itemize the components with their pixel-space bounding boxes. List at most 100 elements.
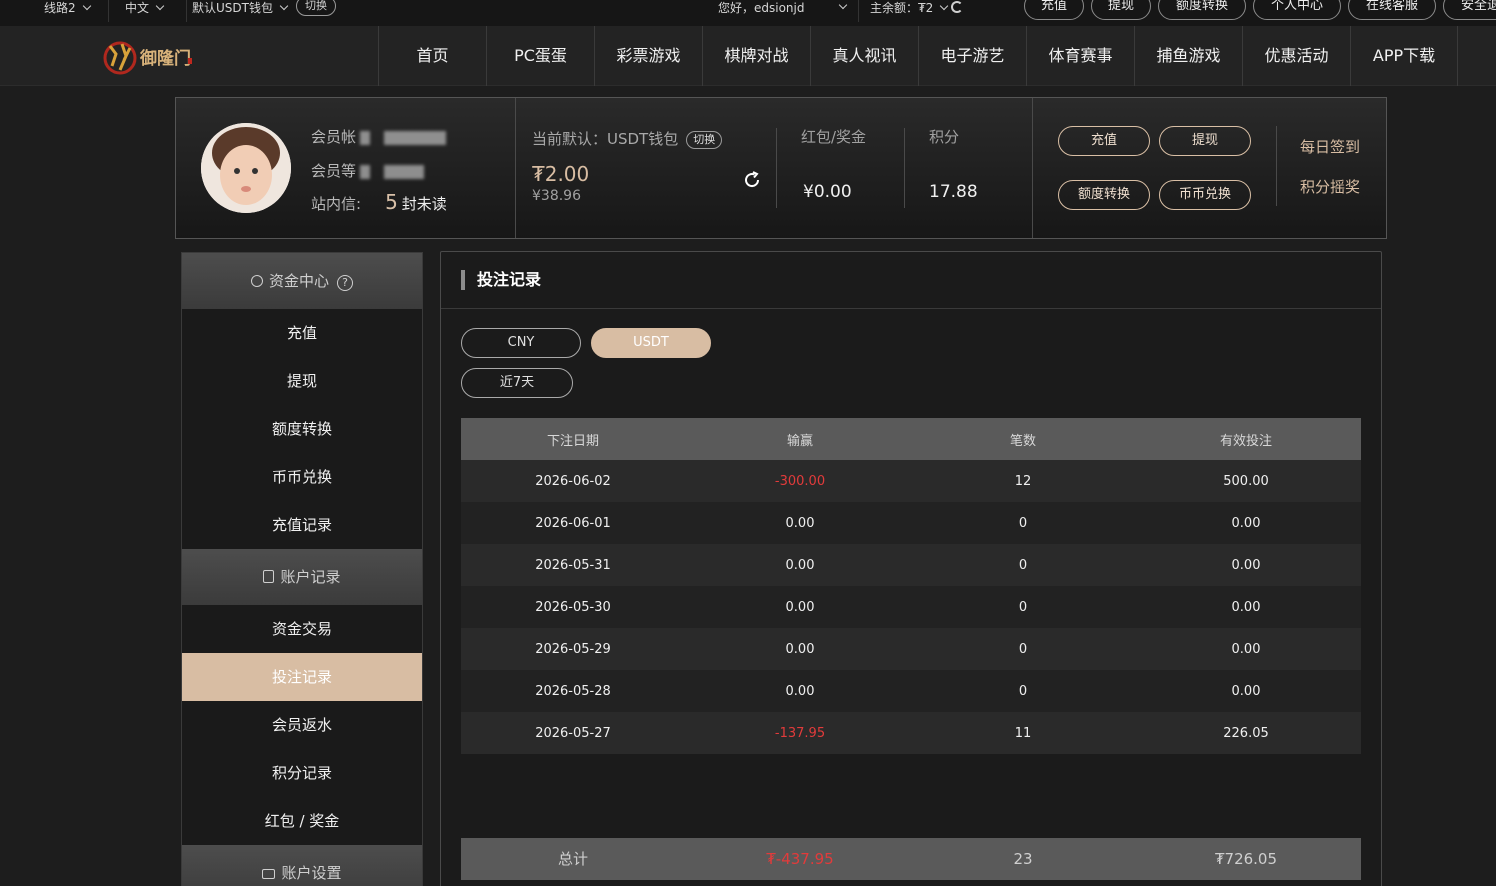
sidebar-item-bonus[interactable]: 红包 / 奖金	[182, 797, 422, 845]
nav-live-casino[interactable]: 真人视讯	[810, 26, 918, 86]
help-icon[interactable]: ?	[337, 275, 353, 291]
wallet-switch-button[interactable]: 切换	[296, 0, 336, 16]
divider	[186, 0, 187, 22]
nav-fishing[interactable]: 捕鱼游戏	[1134, 26, 1242, 86]
svg-text:御隆门: 御隆门	[139, 48, 191, 69]
sidebar-item-rebate[interactable]: 会员返水	[182, 701, 422, 749]
bet-records-panel: 投注记录 CNY USDT 近7天 下注日期 输赢 笔数 有效投注 2026-0…	[440, 251, 1382, 886]
refresh-icon[interactable]	[951, 1, 964, 13]
column-header: 有效投注	[1131, 418, 1361, 460]
withdraw-button[interactable]: 提现	[1159, 126, 1251, 156]
sidebar-item-coin-exchange[interactable]: 币币兑换	[182, 453, 422, 501]
sidebar-item-points-records[interactable]: 积分记录	[182, 749, 422, 797]
divider	[441, 308, 1381, 309]
chevron-down-icon[interactable]	[838, 0, 848, 10]
sidebar: 资金中心? 充值 提现 额度转换 币币兑换 充值记录 账户记录 资金交易 投注记…	[181, 252, 423, 886]
cell-valid-bet: 226.05	[1131, 712, 1361, 754]
wallet-select-label: 默认USDT钱包	[192, 1, 273, 15]
nav-app-download[interactable]: APP下载	[1350, 26, 1458, 86]
document-icon	[263, 570, 275, 583]
top-online-service-button[interactable]: 在线客服	[1348, 0, 1436, 20]
nav-promotions[interactable]: 优惠活动	[1242, 26, 1350, 86]
points-lottery-link[interactable]: 积分摇奖	[1300, 176, 1360, 197]
divider	[108, 0, 109, 22]
cell-valid-bet: 0.00	[1131, 544, 1361, 586]
table-row: 2026-05-30 0.00 0 0.00	[461, 586, 1361, 628]
table-row: 2026-05-27 -137.95 11 226.05	[461, 712, 1361, 754]
total-valid-bet: ₮726.05	[1214, 850, 1278, 868]
cell-win-loss: 0.00	[685, 544, 915, 586]
unread-count: 5	[385, 190, 398, 214]
sidebar-item-deposit[interactable]: 充值	[182, 309, 422, 357]
usdt-balance: ₮2.00	[532, 162, 590, 186]
nav-chess-cards[interactable]: 棋牌对战	[702, 26, 810, 86]
cell-count: 0	[915, 628, 1131, 670]
chevron-down-icon[interactable]	[940, 1, 949, 11]
cell-win-loss: 0.00	[685, 586, 915, 628]
nav-home[interactable]: 首页	[378, 26, 486, 86]
wallet-switch-button[interactable]: 切换	[686, 130, 723, 149]
main-balance: 主余额：₮2	[870, 0, 964, 18]
sidebar-header-account-records: 账户记录	[182, 549, 422, 605]
chevron-down-icon	[279, 1, 289, 11]
top-withdraw-button[interactable]: 提现	[1091, 0, 1151, 20]
daily-signin-link[interactable]: 每日签到	[1300, 136, 1360, 157]
transfer-button[interactable]: 额度转换	[1058, 180, 1150, 210]
bonus-label: 红包/奖金	[801, 128, 867, 146]
date-range-button[interactable]: 近7天	[461, 368, 573, 398]
cell-date: 2026-06-01	[461, 502, 685, 544]
sidebar-item-deposit-records[interactable]: 充值记录	[182, 501, 422, 549]
refresh-icon[interactable]	[742, 170, 762, 194]
cell-valid-bet: 0.00	[1131, 670, 1361, 712]
line-select[interactable]: 线路2	[44, 0, 91, 18]
top-logout-button[interactable]: 安全退出	[1443, 0, 1496, 20]
top-transfer-button[interactable]: 额度转换	[1158, 0, 1246, 20]
column-header: 下注日期	[461, 418, 685, 460]
nav-lottery[interactable]: 彩票游戏	[594, 26, 702, 86]
page-title: 投注记录	[461, 270, 541, 290]
table-header-row: 下注日期 输赢 笔数 有效投注	[461, 418, 1361, 460]
divider	[1276, 126, 1277, 206]
cell-win-loss: -300.00	[685, 460, 915, 502]
nav-sports[interactable]: 体育赛事	[1026, 26, 1134, 86]
table-row: 2026-05-31 0.00 0 0.00	[461, 544, 1361, 586]
nav-slots[interactable]: 电子游艺	[918, 26, 1026, 86]
currency-tab-cny[interactable]: CNY	[461, 328, 581, 358]
cell-date: 2026-05-29	[461, 628, 685, 670]
cny-balance: ¥38.96	[532, 188, 581, 204]
sidebar-item-fund-transactions[interactable]: 资金交易	[182, 605, 422, 653]
cell-date: 2026-06-02	[461, 460, 685, 502]
sidebar-item-withdraw[interactable]: 提现	[182, 357, 422, 405]
totals-row: 总计 ₮-437.95 23 ₮726.05	[461, 838, 1361, 880]
language-select[interactable]: 中文	[125, 0, 165, 18]
line-select-label: 线路2	[44, 1, 76, 15]
currency-tab-usdt[interactable]: USDT	[591, 328, 711, 358]
cell-count: 0	[915, 502, 1131, 544]
cell-win-loss: 0.00	[685, 502, 915, 544]
top-personal-center-button[interactable]: 个人中心	[1253, 0, 1341, 20]
deposit-button[interactable]: 充值	[1058, 126, 1150, 156]
cell-date: 2026-05-27	[461, 712, 685, 754]
coin-exchange-button[interactable]: 币币兑换	[1159, 180, 1251, 210]
cell-valid-bet: 0.00	[1131, 502, 1361, 544]
inbox-row[interactable]: 站内信: 5 封未读	[311, 190, 447, 214]
sidebar-header-label: 账户设置	[281, 864, 342, 882]
cell-count: 0	[915, 544, 1131, 586]
sidebar-header-fund-center: 资金中心?	[182, 253, 422, 309]
sidebar-item-bet-records[interactable]: 投注记录	[182, 653, 422, 701]
sidebar-item-transfer[interactable]: 额度转换	[182, 405, 422, 453]
member-account-row: 会员帐	[311, 126, 447, 147]
language-select-label: 中文	[125, 1, 150, 15]
site-logo[interactable]: 御隆门	[102, 36, 197, 76]
column-header: 笔数	[915, 418, 1131, 460]
sidebar-header-label: 资金中心	[268, 272, 329, 290]
top-deposit-button[interactable]: 充值	[1024, 0, 1084, 20]
cell-date: 2026-05-30	[461, 586, 685, 628]
redacted-text	[360, 164, 371, 179]
avatar[interactable]	[201, 123, 291, 213]
divider	[858, 0, 859, 22]
member-level-row: 会员等	[311, 160, 425, 181]
cell-count: 11	[915, 712, 1131, 754]
wallet-select[interactable]: 默认USDT钱包	[192, 0, 289, 18]
nav-pc-dandan[interactable]: PC蛋蛋	[486, 26, 594, 86]
